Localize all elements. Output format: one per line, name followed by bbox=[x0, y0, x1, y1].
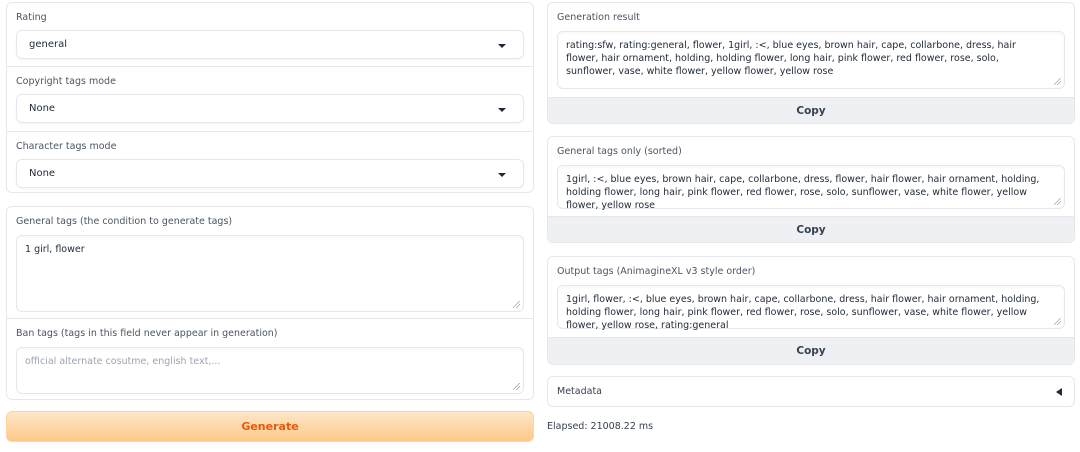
rating-block: Rating general bbox=[7, 3, 533, 66]
ban-tags-block: Ban tags (tags in this field never appea… bbox=[7, 319, 533, 399]
character-select[interactable]: None bbox=[16, 159, 524, 188]
rating-select[interactable]: general bbox=[16, 30, 524, 59]
metadata-accordion[interactable]: Metadata bbox=[547, 376, 1075, 407]
triangle-left-icon bbox=[1056, 388, 1062, 396]
character-block: Character tags mode None bbox=[7, 132, 533, 192]
copyright-select[interactable]: None bbox=[16, 94, 524, 123]
generation-result-panel: Generation result rating:sfw, rating:gen… bbox=[547, 2, 1075, 124]
character-value: None bbox=[29, 168, 56, 179]
metadata-label: Metadata bbox=[557, 386, 602, 397]
output-tags-output[interactable]: 1girl, flower, :<, blue eyes, brown hair… bbox=[557, 285, 1065, 331]
ban-tags-label: Ban tags (tags in this field never appea… bbox=[16, 328, 278, 339]
dropdown-group-panel: Rating general Copyright tags mode None … bbox=[6, 2, 534, 193]
general-sorted-panel: General tags only (sorted) 1girl, :<, bl… bbox=[547, 136, 1075, 243]
copy-generation-result-button[interactable]: Copy bbox=[548, 97, 1074, 123]
copy-output-tags-button[interactable]: Copy bbox=[548, 337, 1074, 364]
generation-result-value: rating:sfw, rating:general, flower, 1gir… bbox=[566, 40, 1016, 77]
resize-grip-icon[interactable] bbox=[1054, 198, 1061, 205]
copyright-value: None bbox=[29, 103, 56, 114]
resize-grip-icon[interactable] bbox=[513, 301, 520, 308]
output-tags-panel: Output tags (AnimagineXL v3 style order)… bbox=[547, 256, 1075, 365]
generate-button[interactable]: Generate bbox=[6, 411, 534, 442]
general-tags-block: General tags (the condition to generate … bbox=[7, 207, 533, 318]
general-sorted-output[interactable]: 1girl, :<, blue eyes, brown hair, cape, … bbox=[557, 165, 1065, 211]
rating-value: general bbox=[29, 39, 68, 50]
general-tags-label: General tags (the condition to generate … bbox=[16, 216, 233, 227]
general-tags-input[interactable]: 1 girl, flower bbox=[16, 235, 524, 312]
generation-result-label: Generation result bbox=[557, 12, 640, 23]
generation-result-output[interactable]: rating:sfw, rating:general, flower, 1gir… bbox=[557, 31, 1065, 89]
chevron-down-icon bbox=[498, 44, 506, 48]
tags-input-panel: General tags (the condition to generate … bbox=[6, 206, 534, 400]
resize-grip-icon[interactable] bbox=[1054, 318, 1061, 325]
ban-tags-placeholder: official alternate cosutme, english text… bbox=[25, 356, 221, 367]
resize-grip-icon[interactable] bbox=[1054, 78, 1061, 85]
output-tags-value: 1girl, flower, :<, blue eyes, brown hair… bbox=[566, 294, 1040, 331]
copyright-block: Copyright tags mode None bbox=[7, 67, 533, 131]
resize-grip-icon[interactable] bbox=[513, 383, 520, 390]
general-tags-value: 1 girl, flower bbox=[25, 244, 85, 255]
character-label: Character tags mode bbox=[16, 141, 117, 152]
copy-general-sorted-button[interactable]: Copy bbox=[548, 216, 1074, 242]
general-sorted-label: General tags only (sorted) bbox=[557, 146, 682, 157]
general-sorted-value: 1girl, :<, blue eyes, brown hair, cape, … bbox=[566, 174, 1040, 211]
rating-label: Rating bbox=[16, 12, 47, 23]
copyright-label: Copyright tags mode bbox=[16, 76, 116, 87]
chevron-down-icon bbox=[498, 108, 506, 112]
output-tags-label: Output tags (AnimagineXL v3 style order) bbox=[557, 266, 756, 277]
chevron-down-icon bbox=[498, 173, 506, 177]
ban-tags-input[interactable]: official alternate cosutme, english text… bbox=[16, 347, 524, 394]
elapsed-time: Elapsed: 21008.22 ms bbox=[547, 421, 654, 432]
